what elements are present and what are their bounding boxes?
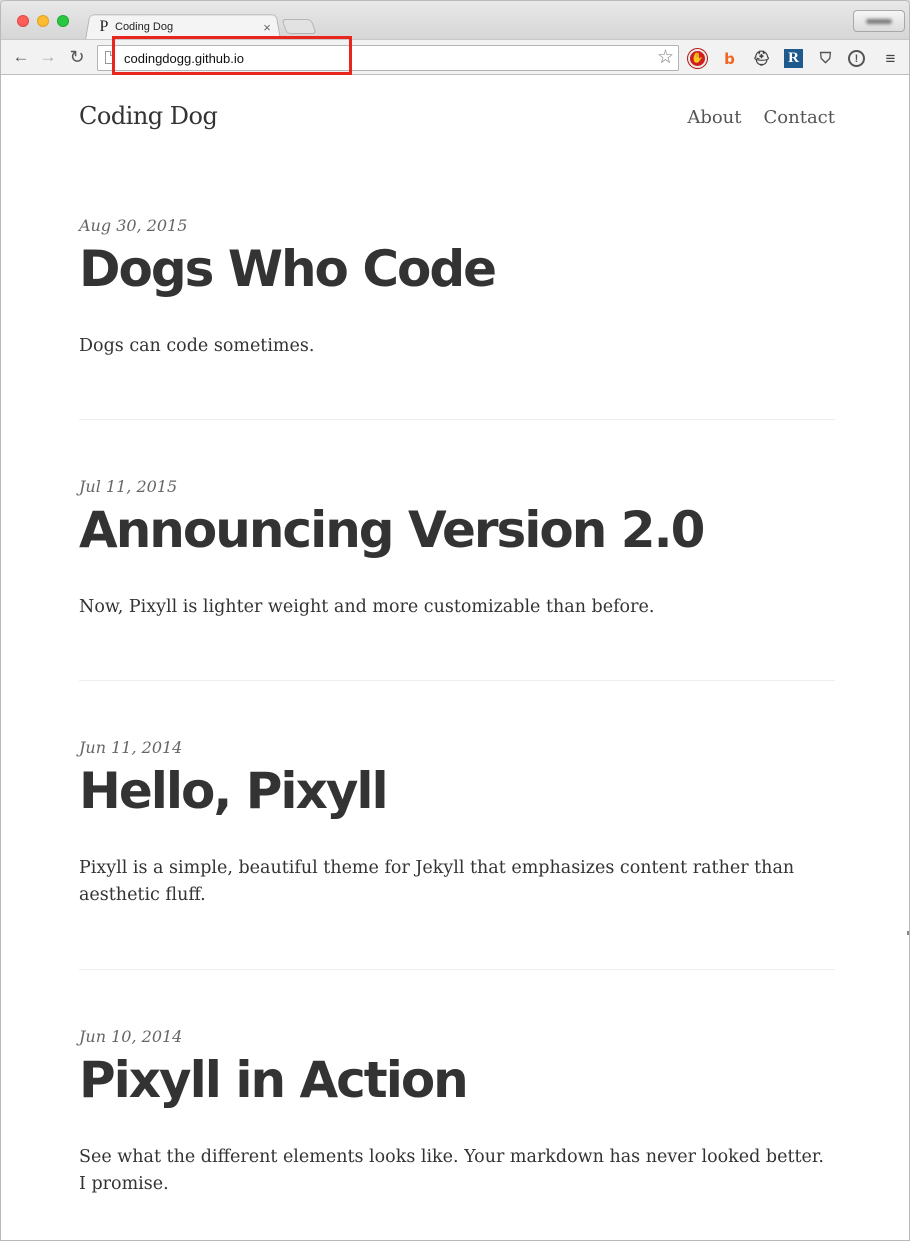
new-tab-button[interactable] (281, 19, 317, 34)
post-summary: Pixyll is a simple, beautiful theme for … (79, 858, 795, 905)
post-title-link[interactable]: Dogs Who Code (79, 241, 835, 297)
post-item: Jul 11, 2015 Announcing Version 2.0 Now,… (79, 477, 835, 621)
profile-button[interactable] (853, 10, 905, 32)
hat-extension-icon[interactable]: ⛑ (752, 49, 771, 68)
nav-contact-link[interactable]: Contact (764, 107, 835, 128)
post-item: Aug 30, 2015 Dogs Who Code Dogs can code… (79, 216, 835, 360)
post-item: Jun 11, 2014 Hello, Pixyll Pixyll is a s… (79, 738, 835, 909)
browser-toolbar: ← → ↻ codingdogg.github.io ☆ ✋ b ⛑ R ⛉ !… (1, 39, 909, 75)
pocket-extension-icon[interactable]: ⛉ (816, 49, 835, 68)
tab-strip: P Coding Dog × (1, 1, 909, 41)
back-arrow-icon[interactable]: ← (11, 47, 31, 67)
r-extension-icon[interactable]: R (784, 49, 803, 68)
page-icon (105, 51, 115, 64)
browser-menu-icon[interactable]: ≡ (881, 49, 900, 68)
post-date: Aug 30, 2015 (79, 216, 188, 235)
page-content: Coding Dog About Contact Aug 30, 2015 Do… (1, 76, 909, 1240)
url-text[interactable]: codingdogg.github.io (124, 51, 244, 66)
post-summary: Dogs can code sometimes. (79, 336, 315, 356)
address-bar[interactable]: codingdogg.github.io ☆ (97, 45, 679, 71)
active-tab-content[interactable]: P Coding Dog × (97, 15, 273, 39)
post-summary: Now, Pixyll is lighter weight and more c… (79, 597, 655, 617)
nav-about-link[interactable]: About (687, 107, 741, 128)
post-title-link[interactable]: Pixyll in Action (79, 1052, 835, 1108)
window-maximize-button[interactable] (57, 15, 69, 27)
post-divider (79, 680, 835, 681)
post-title-link[interactable]: Hello, Pixyll (79, 763, 835, 819)
reload-icon[interactable]: ↻ (67, 47, 87, 67)
b-extension-icon[interactable]: b (720, 49, 739, 68)
post-date: Jul 11, 2015 (79, 477, 178, 496)
tab-title: Coding Dog (115, 21, 174, 33)
tab-close-icon[interactable]: × (261, 20, 273, 35)
window-minimize-button[interactable] (37, 15, 49, 27)
info-extension-icon[interactable]: ! (848, 50, 865, 67)
site-title-link[interactable]: Coding Dog (79, 102, 218, 130)
post-date: Jun 10, 2014 (79, 1027, 183, 1046)
post-date: Jun 11, 2014 (79, 738, 183, 757)
scrollbar-marker[interactable] (907, 931, 909, 935)
bookmark-star-icon[interactable]: ☆ (657, 47, 674, 69)
adblock-extension-icon[interactable]: ✋ (688, 49, 707, 68)
post-item: Jun 10, 2014 Pixyll in Action See what t… (79, 1027, 835, 1198)
post-divider (79, 969, 835, 970)
post-title-link[interactable]: Announcing Version 2.0 (79, 502, 835, 558)
browser-window: P Coding Dog × ← → ↻ codingdogg.github.i… (0, 0, 910, 1241)
site-nav: About Contact (687, 107, 835, 128)
forward-arrow-icon[interactable]: → (38, 47, 58, 67)
window-close-button[interactable] (17, 15, 29, 27)
post-divider (79, 419, 835, 420)
post-summary: See what the different elements looks li… (79, 1147, 824, 1194)
tab-favicon-icon: P (99, 18, 109, 35)
